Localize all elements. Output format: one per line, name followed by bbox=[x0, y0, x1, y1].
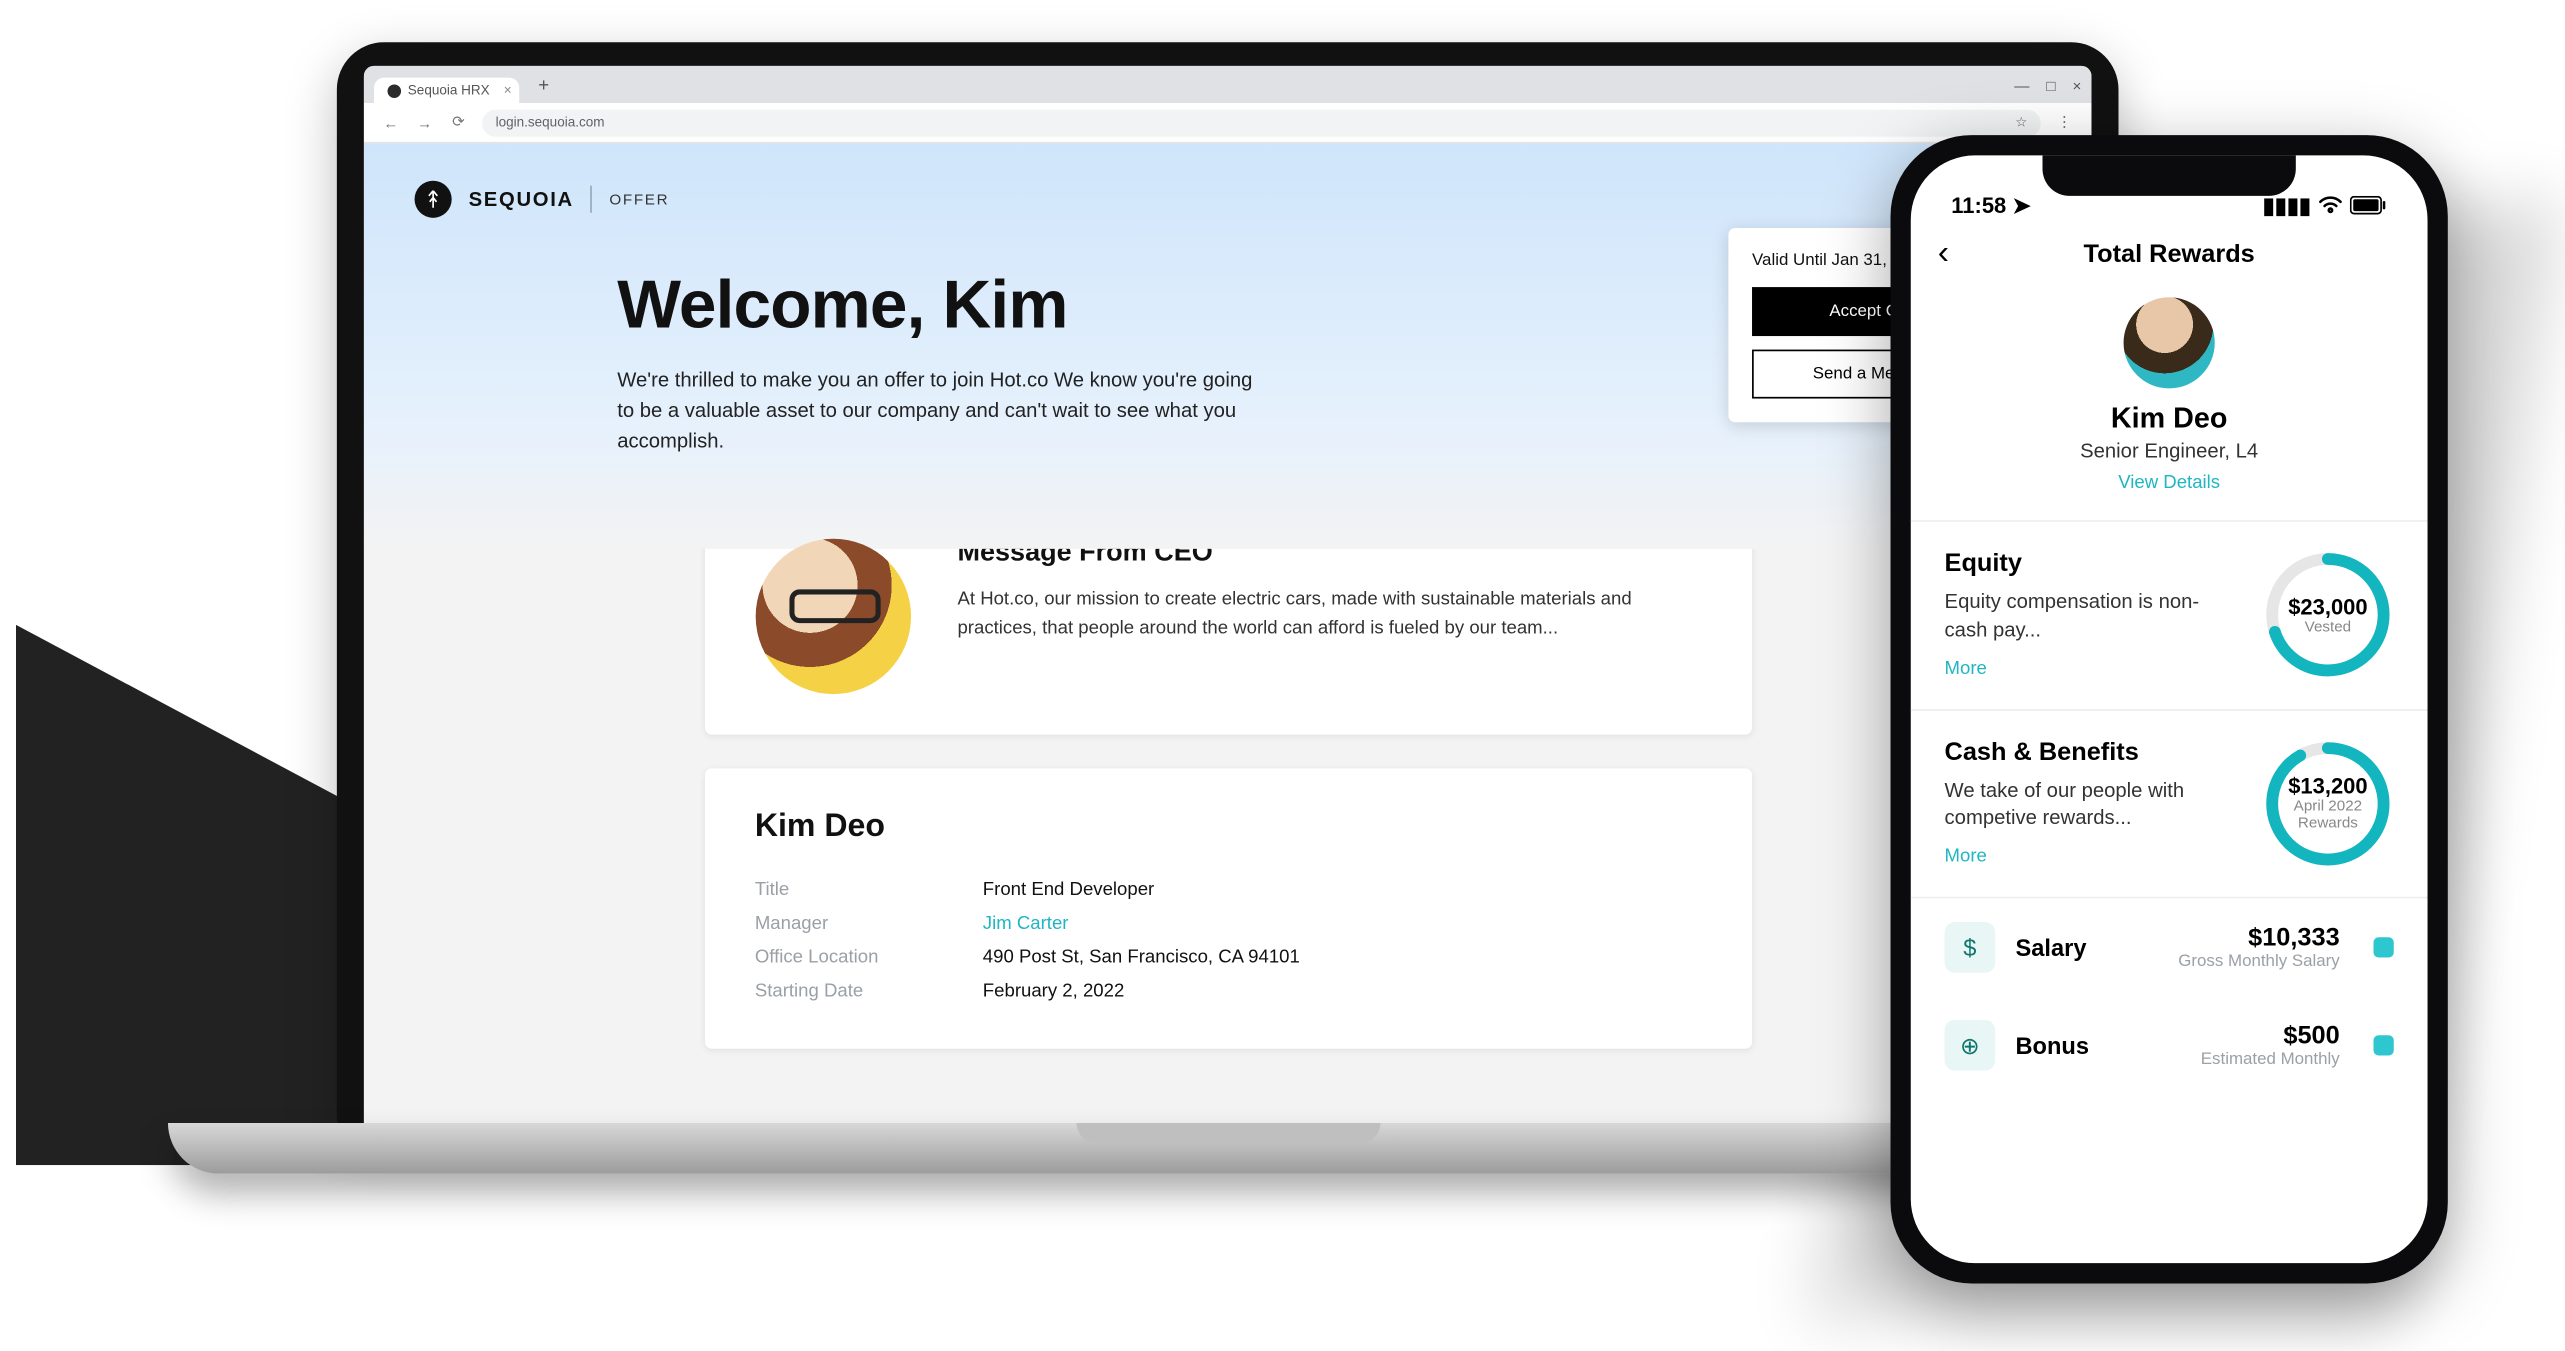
dollar-icon: $ bbox=[1944, 922, 1995, 973]
view-details-link[interactable]: View Details bbox=[2118, 473, 2220, 493]
detail-label: Title bbox=[755, 880, 983, 900]
detail-label: Office Location bbox=[755, 947, 983, 967]
detail-label: Manager bbox=[755, 914, 983, 934]
browser-forward-icon[interactable]: → bbox=[414, 114, 434, 131]
laptop-device-frame: Sequoia HRX × + — □ × ← → ⟳ login.sequ bbox=[337, 42, 2119, 1190]
bonus-sublabel: Estimated Monthly bbox=[2201, 1051, 2340, 1070]
location-arrow-icon: ➤ bbox=[2012, 193, 2030, 218]
browser-address-bar[interactable]: login.sequoia.com ☆ bbox=[482, 109, 2041, 136]
equity-heading: Equity bbox=[1944, 549, 2238, 578]
salary-color-swatch bbox=[2373, 938, 2393, 958]
new-tab-button[interactable]: + bbox=[530, 73, 557, 100]
battery-icon bbox=[2350, 193, 2387, 218]
detail-value: 490 Post St, San Francisco, CA 94101 bbox=[983, 947, 1300, 967]
phone-page-header: ‹ Total Rewards bbox=[1911, 223, 2428, 284]
browser-toolbar: ← → ⟳ login.sequoia.com ☆ ⋮ bbox=[364, 103, 2092, 144]
tab-close-icon[interactable]: × bbox=[504, 83, 512, 98]
browser-back-icon[interactable]: ← bbox=[381, 114, 401, 131]
equity-section[interactable]: Equity Equity compensation is non-cash p… bbox=[1911, 522, 2428, 710]
profile-avatar bbox=[2123, 297, 2214, 388]
cash-ring-chart: $13,200 April 2022 Rewards bbox=[2262, 737, 2394, 869]
detail-row-title: Title Front End Developer bbox=[755, 873, 1701, 907]
profile-name: Kim Deo bbox=[1911, 402, 2428, 436]
phone-notch bbox=[2042, 155, 2295, 196]
window-close-icon[interactable]: × bbox=[2072, 78, 2081, 95]
salary-sublabel: Gross Monthly Salary bbox=[2178, 953, 2339, 972]
bonus-color-swatch bbox=[2373, 1036, 2393, 1056]
equity-ring-chart: $23,000 Vested bbox=[2262, 549, 2394, 681]
brand-name: SEQUOIA bbox=[469, 187, 574, 211]
bonus-amount: $500 bbox=[2201, 1022, 2340, 1051]
detail-value: February 2, 2022 bbox=[983, 981, 1124, 1001]
brand-header: SEQUOIA OFFER bbox=[414, 181, 2040, 218]
detail-row-start: Starting Date February 2, 2022 bbox=[755, 974, 1701, 1008]
bonus-label: Bonus bbox=[2015, 1032, 2089, 1059]
phone-device-frame: 11:58 ➤ ▮▮▮▮ ‹ Total Rewards Kim Deo bbox=[1890, 135, 2447, 1283]
cash-ring-value: $13,200 bbox=[2288, 774, 2367, 799]
salary-label: Salary bbox=[2015, 934, 2086, 961]
welcome-body-text: We're thrilled to make you an offer to j… bbox=[617, 365, 1259, 456]
detail-value: Front End Developer bbox=[983, 880, 1154, 900]
bonus-line-item[interactable]: ⊕ Bonus $500 Estimated Monthly bbox=[1911, 997, 2428, 1095]
brand-divider bbox=[591, 186, 593, 213]
profile-job-title: Senior Engineer, L4 bbox=[1911, 439, 2428, 463]
salary-amount: $10,333 bbox=[2178, 924, 2339, 953]
browser-tab-active[interactable]: Sequoia HRX × bbox=[374, 78, 520, 103]
equity-more-link[interactable]: More bbox=[1944, 658, 1986, 678]
sequoia-logo-icon bbox=[414, 181, 451, 218]
browser-url: login.sequoia.com bbox=[496, 115, 605, 130]
window-minimize-icon[interactable]: — bbox=[2014, 78, 2029, 95]
detail-label: Starting Date bbox=[755, 981, 983, 1001]
salary-line-item[interactable]: $ Salary $10,333 Gross Monthly Salary bbox=[1911, 899, 2428, 997]
ceo-avatar bbox=[755, 539, 910, 694]
cash-benefits-section[interactable]: Cash & Benefits We take of our people wi… bbox=[1911, 710, 2428, 898]
manager-link[interactable]: Jim Carter bbox=[983, 914, 1069, 934]
candidate-name-heading: Kim Deo bbox=[755, 809, 1701, 846]
ceo-message-body: At Hot.co, our mission to create electri… bbox=[957, 586, 1700, 642]
hero-section: SEQUOIA OFFER Welcome, Kim We're thrille… bbox=[364, 144, 2092, 549]
browser-reload-icon[interactable]: ⟳ bbox=[448, 113, 468, 132]
detail-row-manager: Manager Jim Carter bbox=[755, 907, 1701, 941]
equity-body: Equity compensation is non-cash pay... bbox=[1944, 588, 2238, 645]
equity-ring-sublabel: Vested bbox=[2305, 619, 2351, 636]
browser-menu-icon[interactable]: ⋮ bbox=[2054, 113, 2074, 132]
cash-ring-sublabel: April 2022 Rewards bbox=[2262, 799, 2394, 832]
cellular-signal-icon: ▮▮▮▮ bbox=[2263, 193, 2311, 220]
offer-page: SEQUOIA OFFER Welcome, Kim We're thrille… bbox=[364, 144, 2092, 1132]
bonus-icon: ⊕ bbox=[1944, 1020, 1995, 1071]
bookmark-star-icon[interactable]: ☆ bbox=[2015, 115, 2027, 130]
laptop-trackpad-notch bbox=[1076, 1123, 1380, 1143]
cash-more-link[interactable]: More bbox=[1944, 846, 1986, 866]
browser-window: Sequoia HRX × + — □ × ← → ⟳ login.sequ bbox=[364, 66, 2092, 1132]
window-maximize-icon[interactable]: □ bbox=[2046, 78, 2055, 95]
tab-title: Sequoia HRX bbox=[408, 83, 490, 98]
wifi-icon bbox=[2318, 193, 2343, 218]
status-time: 11:58 ➤ bbox=[1951, 193, 2031, 220]
profile-section: Kim Deo Senior Engineer, L4 View Details bbox=[1911, 284, 2428, 522]
phone-page-title: Total Rewards bbox=[2083, 239, 2254, 268]
candidate-details-card: Kim Deo Title Front End Developer Manage… bbox=[704, 768, 1751, 1048]
equity-ring-value: $23,000 bbox=[2288, 594, 2367, 619]
brand-product: OFFER bbox=[609, 191, 669, 208]
back-button-icon[interactable]: ‹ bbox=[1938, 234, 1949, 273]
detail-row-office: Office Location 490 Post St, San Francis… bbox=[755, 941, 1701, 975]
browser-tab-strip: Sequoia HRX × + — □ × bbox=[364, 66, 2092, 103]
tab-favicon bbox=[387, 84, 401, 98]
cash-heading: Cash & Benefits bbox=[1944, 737, 2238, 766]
welcome-heading: Welcome, Kim bbox=[617, 269, 1259, 345]
cash-body: We take of our people with competive rew… bbox=[1944, 776, 2238, 833]
